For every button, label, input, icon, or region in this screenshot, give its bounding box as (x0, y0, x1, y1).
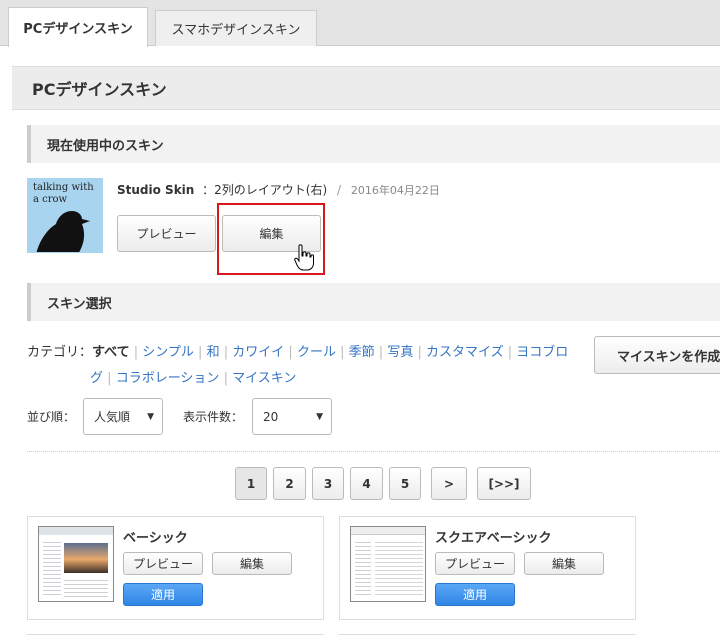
tab-pc-design-skin[interactable]: PCデザインスキン (8, 7, 148, 47)
page-last[interactable]: [>>] (477, 467, 531, 500)
divider: | (507, 345, 513, 360)
skin-apply-button[interactable]: 適用 (123, 583, 203, 606)
category-kawaii[interactable]: カワイイ (232, 345, 284, 360)
skin-name: Studio Skin (117, 183, 195, 197)
page-2[interactable]: 2 (273, 467, 306, 500)
skin-card-partial (27, 634, 324, 638)
category-season[interactable]: 季節 (349, 345, 375, 360)
category-collaboration[interactable]: コラボレーション (116, 371, 220, 386)
category-japanese[interactable]: 和 (207, 345, 220, 360)
skin-preview-button[interactable]: プレビュー (123, 552, 203, 575)
tab-smartphone-design-skin[interactable]: スマホデザインスキン (155, 10, 317, 46)
skin-thumbnail (350, 526, 426, 602)
skin-date: 2016年04月22日 (350, 184, 440, 197)
category-simple[interactable]: シンプル (142, 345, 194, 360)
divider: | (223, 345, 229, 360)
skin-card-partial (339, 634, 636, 638)
page-1[interactable]: 1 (235, 467, 267, 500)
create-myskin-button[interactable]: マイスキンを作成 (594, 336, 720, 374)
page-title: PCデザインスキン (12, 66, 720, 110)
sort-select[interactable]: 人気順 ▼ (83, 398, 163, 435)
current-skin-info: Studio Skin ：2列のレイアウト(右) / 2016年04月22日 (117, 181, 440, 198)
category-yokoblog[interactable]: ヨコブロ (516, 345, 568, 360)
skin-edit-button[interactable]: 編集 (212, 552, 292, 575)
page-5[interactable]: 5 (389, 467, 421, 500)
category-yokoblog-cont[interactable]: グ (90, 371, 103, 386)
skin-name: ベーシック (123, 531, 188, 546)
skin-apply-button[interactable]: 適用 (435, 583, 515, 606)
divider: | (107, 371, 112, 386)
crow-icon (36, 211, 90, 252)
skin-name: スクエアベーシック (435, 531, 552, 546)
category-filter: カテゴリ：すべて | シンプル | 和 | カワイイ | クール | 季節 | … (27, 340, 587, 392)
divider: | (417, 345, 422, 360)
skin-thumbnail (38, 526, 114, 602)
sort-label: 並び順： (27, 410, 76, 424)
count-label: 表示件数： (183, 410, 244, 424)
current-skin-header: 現在使用中のスキン (27, 125, 720, 163)
info-divider: / (336, 183, 342, 197)
category-photo[interactable]: 写真 (387, 345, 413, 360)
page-next[interactable]: > (431, 467, 467, 500)
section-divider (27, 451, 720, 452)
divider: | (288, 345, 293, 360)
count-value: 20 (263, 409, 279, 424)
skin-preview-button[interactable]: プレビュー (435, 552, 515, 575)
divider: | (133, 345, 139, 360)
count-select[interactable]: 20 ▼ (252, 398, 332, 435)
category-myskin[interactable]: マイスキン (232, 371, 296, 386)
divider: | (198, 345, 203, 360)
sort-value: 人気順 (94, 410, 131, 424)
divider: | (378, 345, 384, 360)
hand-pointer-icon (294, 244, 314, 271)
current-preview-button[interactable]: プレビュー (117, 215, 216, 252)
page-4[interactable]: 4 (350, 467, 383, 500)
category-all[interactable]: すべて (92, 345, 130, 360)
page-3[interactable]: 3 (312, 467, 344, 500)
divider: | (223, 371, 228, 386)
category-customize[interactable]: カスタマイズ (426, 345, 504, 360)
skin-layout: ：2列のレイアウト(右) (202, 183, 328, 197)
chevron-down-icon: ▼ (147, 411, 154, 422)
category-cool[interactable]: クール (297, 345, 336, 360)
divider: | (340, 345, 345, 360)
skin-select-header: スキン選択 (27, 283, 720, 321)
skin-edit-button[interactable]: 編集 (524, 552, 604, 575)
chevron-down-icon: ▼ (316, 411, 323, 422)
category-label: カテゴリ： (27, 345, 93, 360)
current-skin-thumbnail: talking with a crow (27, 178, 103, 253)
